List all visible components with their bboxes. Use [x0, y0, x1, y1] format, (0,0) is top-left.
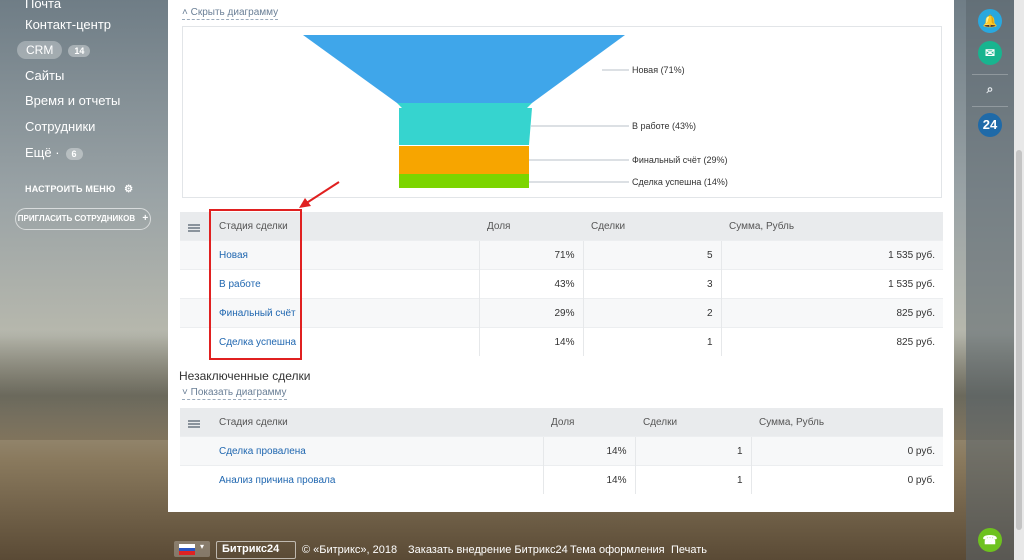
chevron-down-icon: ˅ — [182, 387, 188, 398]
invite-label: ПРИГЛАСИТЬ СОТРУДНИКОВ — [17, 214, 136, 223]
funnel-stage-success — [399, 174, 529, 188]
table-settings-button[interactable] — [180, 212, 211, 241]
funnel-stage-final-invoice — [399, 146, 529, 174]
sidebar-item-label: Сайты — [25, 68, 65, 83]
chevron-down-icon: ▾ — [200, 542, 205, 551]
show-chart-label: Показать диаграмму — [190, 387, 287, 398]
column-header[interactable]: Сумма, Рубль — [721, 212, 943, 241]
menu-icon — [188, 419, 200, 422]
sidebar-item-label: Контакт-центр — [25, 17, 112, 32]
sidebar-item-time-reports[interactable]: Время и отчеты — [25, 93, 120, 108]
deals-count-cell: 5 — [582, 240, 721, 270]
sum-cell: 1 535 руб. — [720, 240, 943, 270]
share-cell: 14% — [542, 436, 635, 466]
sum-cell: 825 руб. — [720, 327, 943, 356]
annotation-highlight-box — [209, 209, 302, 360]
print-link[interactable]: Печать — [671, 544, 707, 556]
copyright-text: © «Битрикс», 2018 — [302, 544, 398, 556]
chat-icon[interactable]: ✉ — [978, 41, 1002, 65]
search-icon[interactable]: ⌕ — [978, 77, 1002, 101]
table-settings-button[interactable] — [180, 408, 211, 437]
chevron-up-icon: ˄ — [182, 7, 188, 18]
share-cell: 43% — [478, 269, 583, 299]
share-cell: 14% — [542, 465, 635, 494]
column-header[interactable]: Сделки — [583, 212, 721, 241]
sidebar-item-contact-center[interactable]: Контакт-центр — [25, 17, 111, 32]
deals-count-cell: 3 — [582, 269, 721, 299]
deals-count-cell: 1 — [582, 327, 721, 356]
configure-menu-label: НАСТРОИТЬ МЕНЮ — [25, 184, 116, 194]
sidebar-item-label: Время и отчеты — [25, 93, 121, 108]
bitrix24-logo-icon[interactable]: 24 — [978, 113, 1002, 137]
deals-count-cell: 2 — [582, 298, 721, 328]
configure-menu-button[interactable]: НАСТРОИТЬ МЕНЮ ⚙ — [25, 184, 133, 195]
right-rail: 🔔 ✉ ⌕ 24 ☎ — [966, 0, 1014, 560]
share-cell: 29% — [478, 298, 583, 328]
scrollbar[interactable] — [1014, 0, 1024, 560]
hide-chart-link[interactable]: ˄ Скрыть диаграмму — [182, 7, 279, 20]
order-implementation-link[interactable]: Заказать внедрение Битрикс24 — [408, 544, 568, 556]
brand-label: Битрикс24 — [222, 543, 280, 555]
sidebar-item-label: Почта — [25, 0, 62, 11]
sidebar-item-employees[interactable]: Сотрудники — [25, 119, 95, 134]
annotation-arrow-icon — [299, 181, 340, 208]
column-header[interactable]: Доля — [543, 408, 635, 437]
language-selector[interactable]: ▾ — [174, 541, 210, 557]
show-chart-link[interactable]: ˅ Показать диаграмму — [182, 387, 287, 400]
funnel-label: Новая (71%) — [632, 65, 685, 75]
sum-cell: 0 руб. — [750, 465, 943, 494]
stage-link[interactable]: Сделка провалена — [219, 446, 306, 457]
notifications-bell-icon[interactable]: 🔔 — [978, 9, 1002, 33]
hide-chart-label: Скрыть диаграмму — [190, 7, 279, 18]
sum-cell: 1 535 руб. — [720, 269, 943, 299]
russian-flag-icon — [179, 544, 195, 555]
share-cell: 71% — [478, 240, 583, 270]
table-row: Анализ причина провала 14% 1 0 руб. — [180, 465, 943, 494]
main-panel: ˄ Скрыть диаграмму Новая (71%) В работе … — [168, 0, 954, 512]
column-header[interactable]: Доля — [479, 212, 583, 241]
phone-icon[interactable]: ☎ — [978, 528, 1002, 552]
sidebar-item-crm[interactable]: CRM 14 — [17, 41, 91, 59]
menu-icon — [188, 223, 200, 226]
stage-link[interactable]: Анализ причина провала — [219, 475, 335, 486]
funnel-chart: Новая (71%) В работе (43%) Финальный счё… — [182, 26, 942, 198]
funnel-label: В работе (43%) — [632, 121, 697, 131]
funnel-label: Сделка успешна (14%) — [632, 177, 728, 187]
lost-deals-table: Стадия сделки Доля Сделки Сумма, Рубль С… — [180, 408, 943, 494]
theme-link[interactable]: Тема оформления — [570, 544, 665, 556]
scrollbar-thumb[interactable] — [1016, 150, 1022, 530]
rail-divider — [972, 106, 1008, 107]
plus-icon: + — [142, 213, 149, 224]
sidebar-item-label: Сотрудники — [25, 119, 96, 134]
rail-divider — [972, 74, 1008, 75]
counter-badge: 6 — [65, 147, 83, 160]
sidebar-item-mail[interactable]: Почта — [25, 0, 61, 11]
deals-count-cell: 1 — [634, 436, 751, 466]
sum-cell: 0 руб. — [750, 436, 943, 466]
column-header[interactable]: Сумма, Рубль — [751, 408, 943, 437]
funnel-stage-in-progress — [397, 103, 532, 145]
column-header[interactable]: Стадия сделки — [211, 408, 543, 437]
left-sidebar: Почта Контакт-центр CRM 14 Сайты Время и … — [0, 0, 168, 560]
deals-count-cell: 1 — [634, 465, 751, 494]
invite-employees-button[interactable]: ПРИГЛАСИТЬ СОТРУДНИКОВ + — [15, 208, 151, 230]
table-row: Сделка провалена 14% 1 0 руб. — [180, 436, 943, 466]
funnel-svg — [303, 35, 629, 188]
funnel-label: Финальный счёт (29%) — [632, 155, 728, 165]
column-header[interactable]: Сделки — [635, 408, 751, 437]
counter-badge: 14 — [68, 44, 91, 57]
sidebar-item-more[interactable]: Ещё · 6 — [25, 145, 83, 160]
sidebar-item-label: CRM — [17, 41, 63, 59]
gear-icon: ⚙ — [124, 184, 134, 195]
sidebar-item-sites[interactable]: Сайты — [25, 68, 64, 83]
lost-deals-title: Незаключенные сделки — [179, 369, 311, 383]
funnel-stage-new — [303, 35, 625, 103]
share-cell: 14% — [478, 327, 583, 356]
sidebar-item-label: Ещё · — [25, 145, 60, 160]
sum-cell: 825 руб. — [720, 298, 943, 328]
brand-badge[interactable]: Битрикс24 — [216, 541, 296, 559]
